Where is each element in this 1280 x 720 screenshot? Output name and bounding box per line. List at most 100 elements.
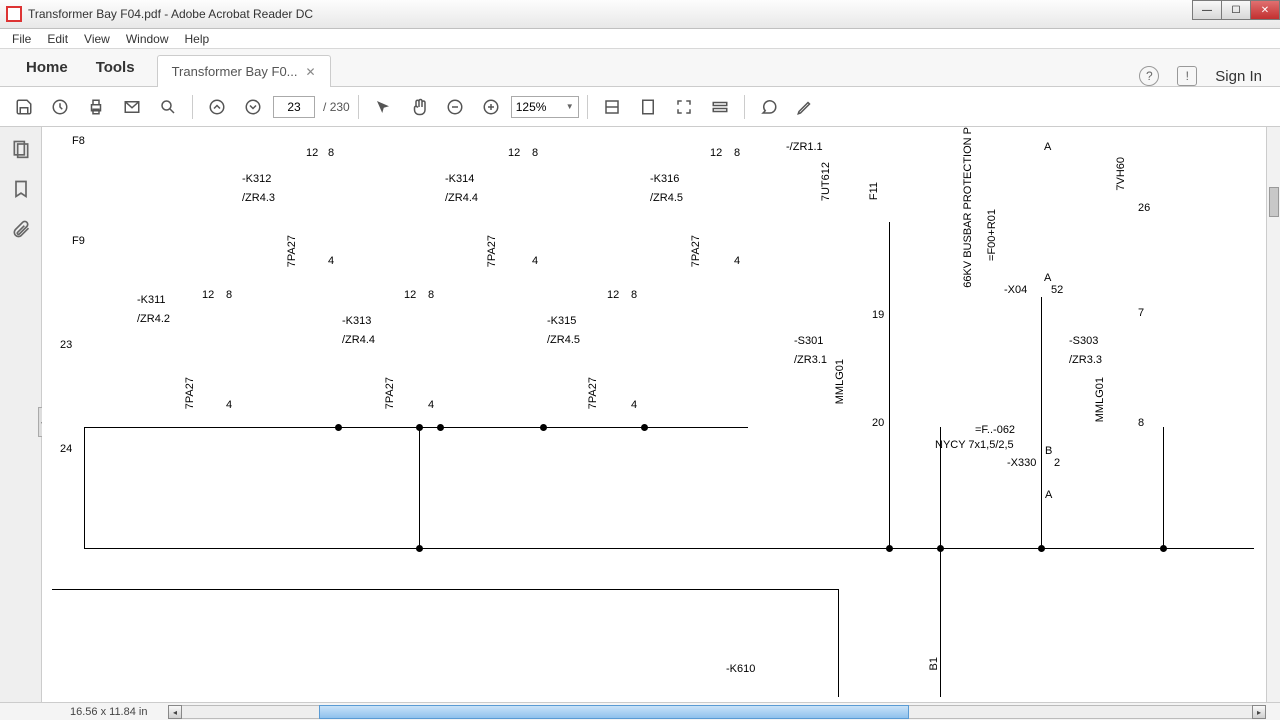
label-b: B [1045,445,1052,457]
schematic-diagram: F8 F9 23 24 -K311 /ZR4.2 7PA27 12 8 4 -K… [42,127,1266,702]
tab-document[interactable]: Transformer Bay F0... ✕ [157,55,331,87]
label-k316: -K316 [650,173,679,185]
label-24: 24 [60,443,72,455]
label-s301: -S301 [794,335,823,347]
label-7: 7 [1138,307,1144,319]
label-zr44b: /ZR4.4 [445,192,478,204]
sign-icon[interactable] [789,92,821,122]
label-8-5: 8 [631,289,637,301]
status-bar: 16.56 x 11.84 in ◂ ▸ [0,702,1280,720]
tab-tools[interactable]: Tools [82,51,149,86]
label-zr33: /ZR3.3 [1069,354,1102,366]
label-x330: -X330 [1007,457,1036,469]
label-k314: -K314 [445,173,474,185]
mail-icon[interactable] [116,92,148,122]
label-zr45b: /ZR4.5 [650,192,683,204]
titlebar: Transformer Bay F04.pdf - Adobe Acrobat … [0,0,1280,29]
label-k610: -K610 [726,663,755,675]
label-2: 2 [1054,457,1060,469]
page-dimensions: 16.56 x 11.84 in [0,706,147,718]
label-k311: -K311 [137,294,166,306]
label-a-2: A [1044,272,1051,284]
save-icon[interactable] [8,92,40,122]
label-zr31: /ZR3.1 [794,354,827,366]
fit-width-icon[interactable] [596,92,628,122]
help-icon[interactable]: ? [1139,66,1159,86]
label-8-4: 8 [532,147,538,159]
window-title: Transformer Bay F04.pdf - Adobe Acrobat … [28,7,313,21]
close-button[interactable]: ✕ [1250,0,1280,20]
menu-window[interactable]: Window [118,30,177,48]
sign-in-button[interactable]: Sign In [1215,68,1262,85]
label-zr43: /ZR4.3 [242,192,275,204]
read-mode-icon[interactable] [704,92,736,122]
label-mmlg-1: MMLG01 [834,359,846,404]
label-12-5: 12 [607,289,619,301]
label-7pa27-2: 7PA27 [286,235,298,267]
label-nycy: NYCY 7x1,5/2,5 [935,439,1014,451]
app-logo-icon [6,6,22,22]
horizontal-scrollbar[interactable]: ◂ ▸ [168,705,1266,719]
label-8-3: 8 [428,289,434,301]
menu-view[interactable]: View [76,30,118,48]
label-f11: F11 [868,182,880,200]
menu-bar: File Edit View Window Help [0,29,1280,49]
tab-row: Home Tools Transformer Bay F0... ✕ ? ! S… [0,49,1280,87]
label-a-1: A [1044,141,1051,153]
fit-page-icon[interactable] [632,92,664,122]
zoom-in-icon[interactable] [475,92,507,122]
label-f062: =F..-062 [975,424,1015,436]
label-f8: F8 [72,135,85,147]
hscroll-thumb[interactable] [319,705,909,719]
label-k312: -K312 [242,173,271,185]
bookmark-icon[interactable] [11,179,31,199]
zoom-select[interactable]: 125%▼ [511,96,579,118]
label-zr45a: /ZR4.5 [547,334,580,346]
maximize-button[interactable]: ☐ [1221,0,1251,20]
label-mmlg-2: MMLG01 [1094,377,1106,422]
label-8-6: 8 [734,147,740,159]
scroll-thumb[interactable] [1269,187,1279,217]
label-7ut612: 7UT612 [820,162,832,201]
label-4-1: 4 [226,399,232,411]
label-x04: -X04 [1004,284,1027,296]
menu-edit[interactable]: Edit [39,30,76,48]
vertical-scrollbar[interactable] [1266,127,1280,702]
label-7pa27-3: 7PA27 [384,377,396,409]
page-number-input[interactable] [273,96,315,118]
attachment-icon[interactable] [11,219,31,239]
tab-home[interactable]: Home [12,51,82,86]
minimize-button[interactable]: — [1192,0,1222,20]
label-4-4: 4 [532,255,538,267]
label-a-3: A [1045,489,1052,501]
comment-icon[interactable] [753,92,785,122]
hand-icon[interactable] [403,92,435,122]
close-tab-icon[interactable]: ✕ [306,65,316,79]
label-7pa27-4: 7PA27 [486,235,498,267]
zoom-out-icon[interactable] [439,92,471,122]
label-7pa27-1: 7PA27 [184,377,196,409]
search-icon[interactable] [152,92,184,122]
label-b1: B1 [928,657,940,670]
toolbar: / 230 125%▼ [0,87,1280,127]
thumbnails-icon[interactable] [11,139,31,159]
page-down-icon[interactable] [237,92,269,122]
label-23: 23 [60,339,72,351]
menu-help[interactable]: Help [177,30,218,48]
label-7vh60: 7VH60 [1115,157,1127,191]
tab-document-label: Transformer Bay F0... [172,64,298,79]
menu-file[interactable]: File [4,30,39,48]
label-20: 20 [872,417,884,429]
print-icon[interactable] [80,92,112,122]
scroll-right-icon[interactable]: ▸ [1252,705,1266,719]
page-up-icon[interactable] [201,92,233,122]
fullscreen-icon[interactable] [668,92,700,122]
label-zr42: /ZR4.2 [137,313,170,325]
cloud-icon[interactable] [44,92,76,122]
document-canvas[interactable]: F8 F9 23 24 -K311 /ZR4.2 7PA27 12 8 4 -K… [42,127,1266,702]
select-icon[interactable] [367,92,399,122]
label-zr44a: /ZR4.4 [342,334,375,346]
scroll-left-icon[interactable]: ◂ [168,705,182,719]
label-8-1: 8 [226,289,232,301]
notifications-icon[interactable]: ! [1177,66,1197,86]
